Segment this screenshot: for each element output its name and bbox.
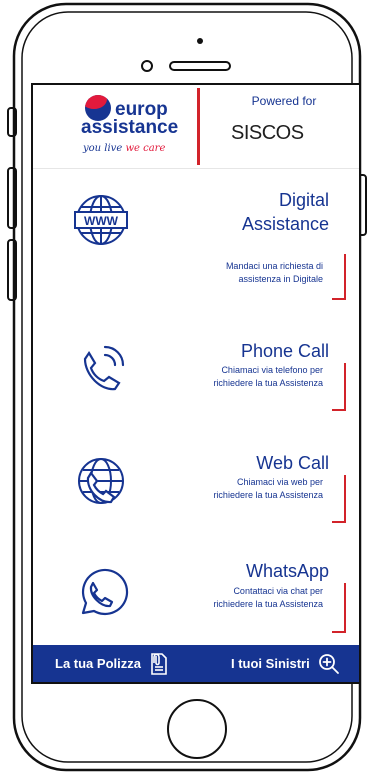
globe-www-icon: WWW [74, 195, 128, 245]
service-desc-line2: assistenza in Digitale [238, 274, 323, 284]
service-description: Chiamaci via telefono per richiedere la … [163, 364, 323, 390]
brand-line2: assistance [81, 117, 179, 138]
service-desc-line1: Mandaci una richiesta di [225, 261, 323, 271]
header-divider [197, 88, 200, 165]
service-digital-assistance[interactable]: WWW Digital Assistance Mandaci una richi… [33, 168, 359, 313]
policy-label: La tua Polizza [55, 656, 141, 671]
card-bracket [332, 475, 346, 523]
claims-label: I tuoi Sinistri [231, 656, 310, 671]
service-title: Web Call [256, 453, 329, 473]
service-desc-line2: richiedere la tua Assistenza [213, 378, 323, 388]
bottom-nav-bar: La tua Polizza I tuoi Sinistri [33, 645, 359, 682]
card-bracket [332, 583, 346, 633]
globe-phone-icon [78, 458, 124, 504]
partner-name: SISCOS [231, 122, 304, 144]
service-desc-line1: Chiamaci via telefono per [221, 365, 323, 375]
service-title-line2: Assistance [241, 214, 329, 234]
svg-text:WWW: WWW [84, 214, 119, 228]
service-desc-line1: Chiamaci via web per [236, 477, 323, 487]
service-title-line1: Digital [278, 190, 329, 210]
powered-for-label: Powered for [251, 94, 317, 108]
service-title: Phone Call [240, 341, 329, 361]
card-bracket [332, 254, 346, 300]
card-bracket [332, 363, 346, 411]
service-title: Digital Assistance [242, 188, 329, 236]
service-web-call[interactable]: Web Call Chiamaci via web per richiedere… [33, 425, 359, 537]
policy-button[interactable]: La tua Polizza [55, 645, 169, 682]
service-description: Chiamaci via web per richiedere la tua A… [163, 476, 323, 502]
europ-assistance-logo[interactable]: europ assistance you live we care [81, 93, 201, 163]
service-desc-line1: Contattaci via chat per [233, 586, 323, 596]
app-header: europ assistance you live we care Powere… [33, 85, 359, 169]
whatsapp-icon [81, 568, 129, 616]
brand-tagline: you live we care [83, 143, 165, 154]
service-description: Mandaci una richiesta di assistenza in D… [163, 260, 323, 286]
service-phone-call[interactable]: Phone Call Chiamaci via telefono per ric… [33, 313, 359, 425]
service-desc-line2: richiedere la tua Assistenza [213, 599, 323, 609]
tagline-suffix: we care [125, 143, 166, 154]
app-screen: europ assistance you live we care Powere… [33, 85, 359, 682]
claims-button[interactable]: I tuoi Sinistri [231, 645, 340, 682]
zoom-in-icon [318, 653, 339, 674]
document-icon [151, 652, 167, 675]
phone-ringing-icon [83, 345, 125, 391]
service-desc-line2: richiedere la tua Assistenza [213, 490, 323, 500]
service-whatsapp[interactable]: WhatsApp Contattaci via chat per richied… [33, 537, 359, 645]
tagline-prefix: you live [83, 143, 123, 154]
service-description: Contattaci via chat per richiedere la tu… [163, 585, 323, 611]
service-title: WhatsApp [245, 561, 329, 581]
partner-logo: SISCOS [213, 118, 353, 148]
